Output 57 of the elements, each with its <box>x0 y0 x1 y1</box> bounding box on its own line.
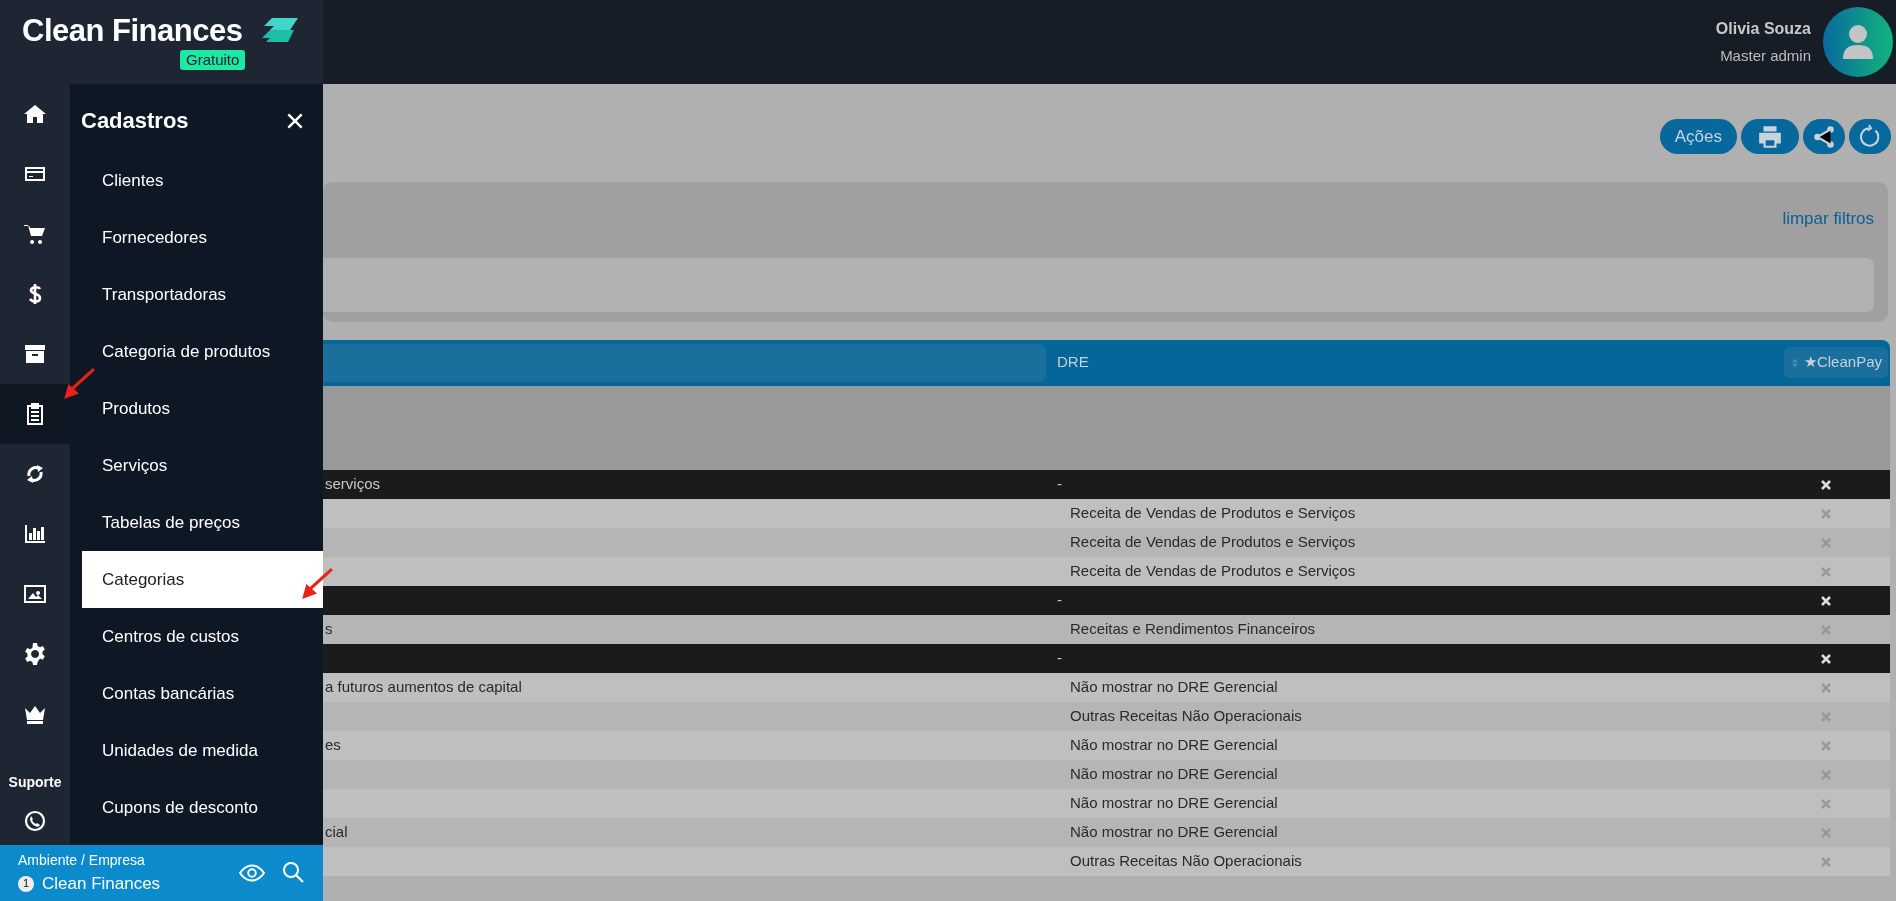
menu-item[interactable]: Unidades de medida <box>82 722 323 779</box>
gear-icon[interactable] <box>23 642 47 666</box>
menu-item[interactable]: Serviços <box>82 437 323 494</box>
image-icon[interactable] <box>23 582 47 606</box>
menu-item[interactable]: Categorias <box>82 551 323 608</box>
table-cell: Não mostrar no DRE Gerencial <box>1070 677 1278 695</box>
avatar[interactable] <box>1823 7 1893 77</box>
brand-name: Clean Finances <box>22 14 243 48</box>
table-cell: Receita de Vendas de Produtos e Serviços <box>1070 561 1356 579</box>
table-cell: Não mostrar no DRE Gerencial <box>1070 793 1278 811</box>
table-cell: Receita de Vendas de Produtos e Serviços <box>1070 532 1356 550</box>
table-cell: - <box>1057 474 1062 492</box>
table-cell: serviços <box>325 474 380 492</box>
plan-badge: Gratuito <box>180 50 246 70</box>
panel-title: Cadastros <box>81 106 189 135</box>
table-cell: - <box>1057 590 1062 608</box>
menu-item[interactable]: Categoria de produtos <box>82 323 323 380</box>
user-role: Master admin <box>1719 45 1811 66</box>
menu-item[interactable]: Clientes <box>82 152 323 209</box>
menu-item[interactable]: Centros de custos <box>82 608 323 665</box>
whatsapp-icon[interactable] <box>23 809 47 833</box>
search-field[interactable] <box>323 343 1046 382</box>
table-cell: Receita de Vendas de Produtos e Serviços <box>1070 503 1356 521</box>
table-cell: es <box>325 735 341 753</box>
menu-item[interactable]: Transportadoras <box>82 266 323 323</box>
table-cell: Não mostrar no DRE Gerencial <box>1070 735 1278 753</box>
cart-icon[interactable] <box>23 222 47 246</box>
table-cell: cial <box>325 822 348 840</box>
print-icon[interactable] <box>1757 123 1783 150</box>
table-cell: Outras Receitas Não Operacionais <box>1070 851 1302 869</box>
table-cell: a futuros aumentos de capital <box>325 677 522 695</box>
table-cell: - <box>1057 648 1062 666</box>
menu-item[interactable]: Tabelas de preços <box>82 494 323 551</box>
table-cell: Receitas e Rendimentos Financeiros <box>1070 619 1316 637</box>
share-icon[interactable] <box>1811 123 1837 150</box>
table-cell: Outras Receitas Não Operacionais <box>1070 706 1302 724</box>
search-icon[interactable] <box>281 860 305 884</box>
menu-item[interactable]: Cupons de desconto <box>82 779 323 836</box>
environment-label: Ambiente / Empresa <box>18 850 146 870</box>
table-cell: Não mostrar no DRE Gerencial <box>1070 764 1278 782</box>
support-label: Suporte <box>7 773 63 792</box>
company-name: Clean Finances <box>42 872 161 895</box>
column-header: DRE <box>1057 352 1089 373</box>
user-name: Olivia Souza <box>1715 18 1811 39</box>
bar-chart-icon[interactable] <box>23 522 47 546</box>
table-cell: s <box>325 619 333 637</box>
number-badge: 1 <box>18 875 34 892</box>
menu-item[interactable]: Contas bancárias <box>82 665 323 722</box>
annotation-arrow <box>62 367 96 401</box>
menu-item[interactable]: Produtos <box>82 380 323 437</box>
annotation-arrow <box>300 567 334 601</box>
actions-button[interactable]: Ações <box>1659 119 1737 154</box>
filter-field[interactable] <box>323 257 1874 312</box>
archive-box-icon[interactable] <box>23 342 47 366</box>
menu-item[interactable]: Fornecedores <box>82 209 323 266</box>
table-cell: Não mostrar no DRE Gerencial <box>1070 822 1278 840</box>
home-icon[interactable] <box>23 102 47 126</box>
